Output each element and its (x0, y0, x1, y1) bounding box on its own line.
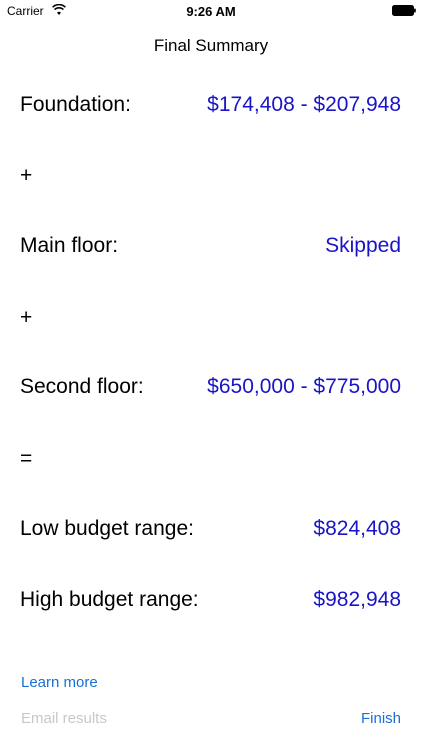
status-bar: Carrier 9:26 AM (0, 0, 422, 22)
email-results-button[interactable]: Email results (21, 710, 107, 727)
second-floor-row: Second floor: $650,000 - $775,000 (20, 372, 401, 402)
learn-more-link[interactable]: Learn more (21, 674, 98, 691)
page-title: Final Summary (153, 36, 269, 55)
main-floor-value: Skipped (325, 234, 401, 257)
high-budget-row: High budget range: $982,948 (20, 585, 401, 615)
main-floor-row: Main floor: Skipped (20, 231, 401, 261)
high-budget-value: $982,948 (313, 588, 401, 611)
low-budget-value: $824,408 (313, 517, 401, 540)
battery-icon (392, 5, 416, 16)
low-budget-row: Low budget range: $824,408 (20, 514, 401, 544)
foundation-label: Foundation: (20, 93, 131, 116)
plus-operator: + (20, 164, 33, 187)
status-time: 9:26 AM (186, 4, 236, 19)
foundation-value: $174,408 - $207,948 (207, 93, 401, 116)
finish-button[interactable]: Finish (361, 710, 401, 727)
main-floor-label: Main floor: (20, 234, 119, 257)
plus-operator: + (20, 306, 33, 329)
foundation-row: Foundation: $174,408 - $207,948 (20, 90, 401, 120)
equals-operator: = (20, 447, 33, 470)
low-budget-label: Low budget range: (20, 517, 194, 540)
second-floor-label: Second floor: (20, 375, 144, 398)
second-floor-value: $650,000 - $775,000 (207, 375, 401, 398)
high-budget-label: High budget range: (20, 588, 199, 611)
